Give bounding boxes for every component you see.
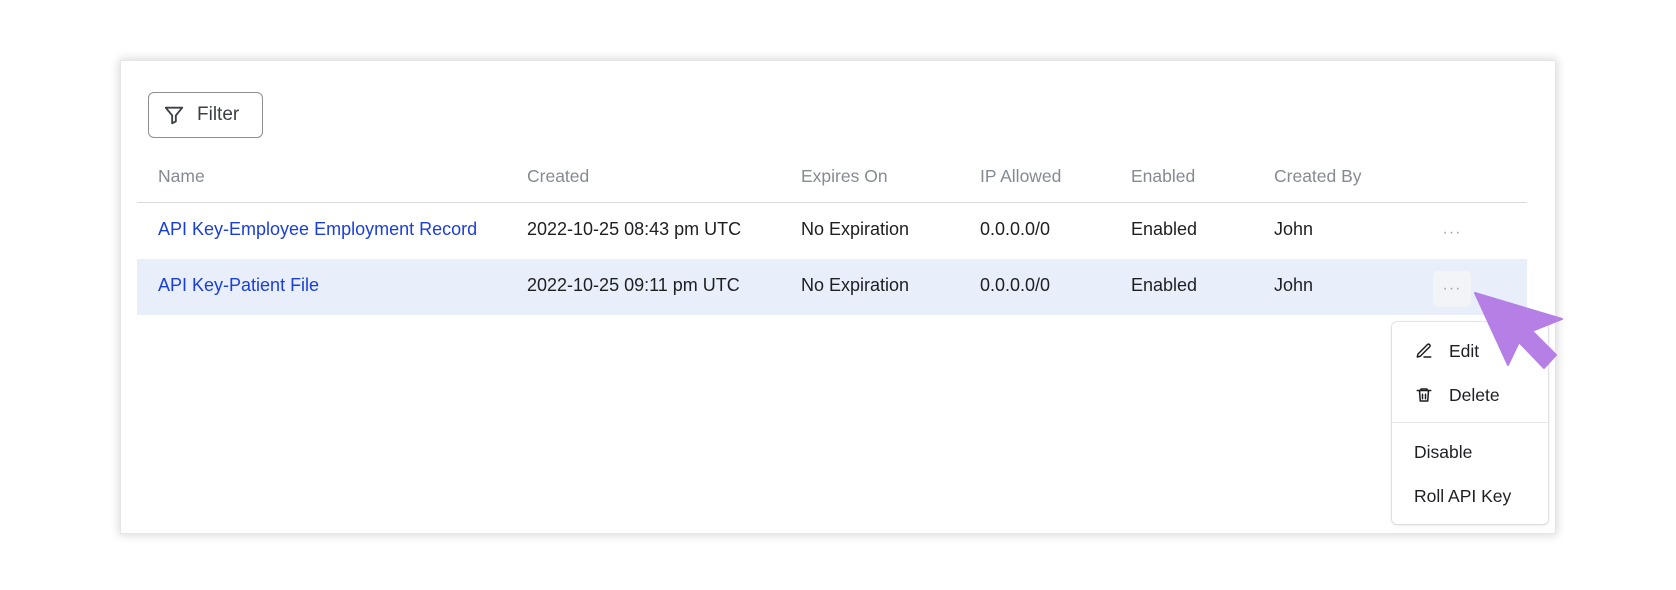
trash-icon xyxy=(1416,388,1432,402)
api-key-name-link[interactable]: API Key-Patient File xyxy=(158,275,319,296)
ip-allowed-cell: 0.0.0.0/0 xyxy=(980,275,1051,295)
enabled-cell: Enabled xyxy=(1131,275,1198,295)
menu-item-label: Roll API Key xyxy=(1414,485,1512,506)
menu-item-delete[interactable]: Delete xyxy=(1392,376,1548,414)
ip-allowed-cell: 0.0.0.0/0 xyxy=(980,219,1051,239)
menu-item-label: Edit xyxy=(1449,340,1480,361)
menu-item-label: Disable xyxy=(1414,441,1473,462)
table-row[interactable]: API Key-Patient File 2022-10-25 09:11 pm… xyxy=(137,259,1527,315)
filter-button[interactable]: Filter xyxy=(148,92,263,138)
filter-button-label: Filter xyxy=(197,104,240,125)
column-header-ip-allowed[interactable]: IP Allowed xyxy=(980,166,1061,187)
column-header-created-by[interactable]: Created By xyxy=(1274,166,1362,187)
menu-divider xyxy=(1392,422,1548,423)
api-key-name-link[interactable]: API Key-Employee Employment Record xyxy=(158,219,477,240)
expires-cell: No Expiration xyxy=(801,219,910,239)
created-by-cell: John xyxy=(1274,275,1314,295)
row-actions-menu: Edit Delete Disable Roll API Key xyxy=(1392,322,1548,524)
pencil-icon xyxy=(1416,343,1432,358)
row-actions-button[interactable]: ··· xyxy=(1433,215,1471,251)
created-cell: 2022-10-25 09:11 pm UTC xyxy=(527,275,740,295)
table-row[interactable]: API Key-Employee Employment Record 2022-… xyxy=(137,203,1527,259)
created-by-cell: John xyxy=(1274,219,1314,239)
menu-item-edit[interactable]: Edit xyxy=(1392,332,1548,370)
enabled-cell: Enabled xyxy=(1131,219,1198,239)
row-actions-button[interactable]: ··· xyxy=(1433,271,1471,307)
menu-item-roll-api-key[interactable]: Roll API Key xyxy=(1392,477,1548,515)
menu-item-disable[interactable]: Disable xyxy=(1392,433,1548,471)
column-header-enabled[interactable]: Enabled xyxy=(1131,166,1195,187)
column-header-name[interactable]: Name xyxy=(158,166,205,187)
column-header-created[interactable]: Created xyxy=(527,166,589,187)
menu-item-label: Delete xyxy=(1449,384,1500,405)
created-cell: 2022-10-25 08:43 pm UTC xyxy=(527,219,742,239)
expires-cell: No Expiration xyxy=(801,275,910,295)
funnel-icon xyxy=(164,106,184,125)
column-header-expires-on[interactable]: Expires On xyxy=(801,166,888,187)
